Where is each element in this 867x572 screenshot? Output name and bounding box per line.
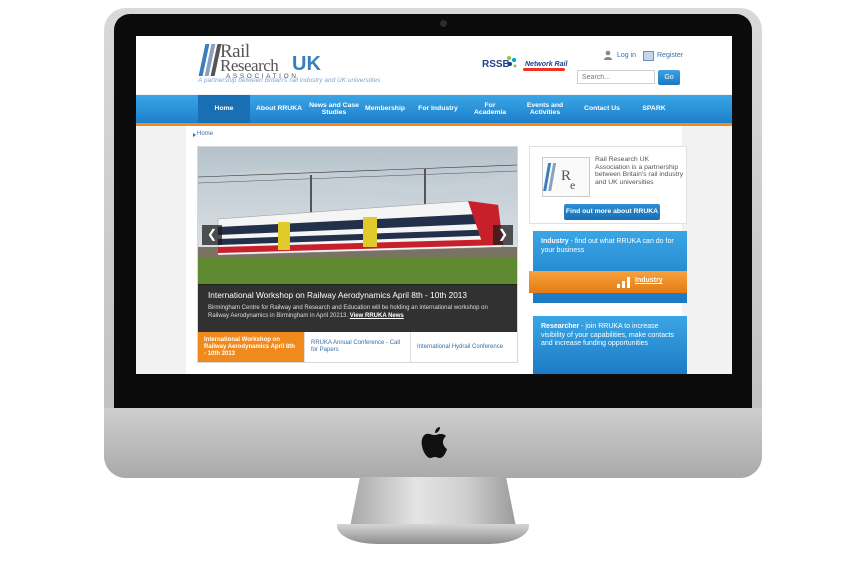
breadcrumb-home[interactable]: Home [197, 131, 213, 137]
nav-spark[interactable]: SPARK [634, 95, 674, 123]
main-nav: Home About RRUKA News and Case Studies M… [136, 95, 732, 123]
nav-contact[interactable]: Contact Us [577, 95, 627, 123]
view-news-link[interactable]: View RRUKA News [350, 313, 404, 319]
researcher-promo: Researcher - join RRUKA to increase visi… [533, 316, 687, 374]
slider-caption: International Workshop on Railway Aerody… [198, 284, 517, 332]
nav-home[interactable]: Home [198, 95, 250, 123]
nav-about[interactable]: About RRUKA [254, 95, 304, 123]
researcher-title: Researcher [541, 323, 580, 330]
slider-tab-hydrail[interactable]: International Hydrail Conference [410, 332, 517, 362]
slide-description: Birmingham Centre for Railway and Resear… [208, 304, 508, 320]
search-input[interactable] [577, 70, 655, 84]
register-icon [643, 51, 654, 61]
site-header: Rail Research UK ASSOCIATION A partnersh… [136, 36, 732, 94]
user-icon [604, 50, 612, 60]
bar-chart-icon [617, 277, 630, 288]
register-link[interactable]: Register [657, 52, 683, 59]
about-text: Rail Research UK Association is a partne… [595, 156, 684, 186]
nav-industry[interactable]: For Industry [418, 95, 458, 123]
slider-next-button[interactable]: ❯ [493, 225, 513, 245]
industry-ribbon[interactable]: Industry [529, 271, 687, 293]
apple-logo-icon [421, 427, 447, 458]
nav-events[interactable]: Events and Activities [521, 95, 569, 123]
find-out-more-button[interactable]: Find out more about RRUKA [564, 204, 660, 220]
imac-stand-base [337, 524, 529, 544]
slider-tab-aerodynamics[interactable]: International Workshop on Railway Aerody… [198, 332, 304, 362]
industry-link[interactable]: Industry [635, 277, 663, 284]
news-slider: ❮ ❯ International Workshop on Railway Ae… [197, 146, 518, 363]
industry-title: Industry [541, 238, 569, 245]
industry-promo-text: Industry - find out what RRUKA can do fo… [541, 238, 681, 255]
imac-stand [350, 477, 516, 527]
train-photo [198, 147, 517, 285]
logo-bars-icon [198, 44, 222, 76]
network-rail-logo[interactable]: Network Rail [525, 61, 567, 68]
network-rail-swoosh [523, 68, 565, 71]
svg-text:e: e [570, 178, 575, 192]
slide-title[interactable]: International Workshop on Railway Aerody… [208, 290, 467, 300]
website-screen: Rail Research UK ASSOCIATION A partnersh… [136, 36, 732, 374]
about-card: R e Rail Research UK Association is a pa… [529, 146, 687, 224]
rssb-dots-icon [507, 56, 517, 68]
rruka-mini-logo: R e [542, 157, 590, 197]
slider-tabs: International Workshop on Railway Aerody… [198, 332, 517, 362]
researcher-promo-text: Researcher - join RRUKA to increase visi… [541, 323, 681, 349]
slider-tab-conference[interactable]: RRUKA Annual Conference - Call for Paper… [304, 332, 410, 362]
search-go-button[interactable]: Go [658, 70, 680, 85]
imac-chin [104, 408, 762, 478]
industry-promo: Industry - find out what RRUKA can do fo… [529, 231, 687, 303]
nav-membership[interactable]: Membership [362, 95, 408, 123]
nav-academia[interactable]: For Academia [470, 95, 510, 123]
slide-text: Birmingham Centre for Railway and Resear… [208, 305, 488, 319]
breadcrumb-arrow-icon [193, 133, 196, 137]
sidebar: R e Rail Research UK Association is a pa… [529, 146, 687, 374]
slider-prev-button[interactable]: ❮ [202, 225, 222, 245]
camera [440, 20, 447, 27]
site-tagline: A partnership between Britain's rail ind… [198, 77, 381, 84]
login-link[interactable]: Log in [617, 52, 636, 59]
nav-news[interactable]: News and Case Studies [308, 95, 360, 123]
